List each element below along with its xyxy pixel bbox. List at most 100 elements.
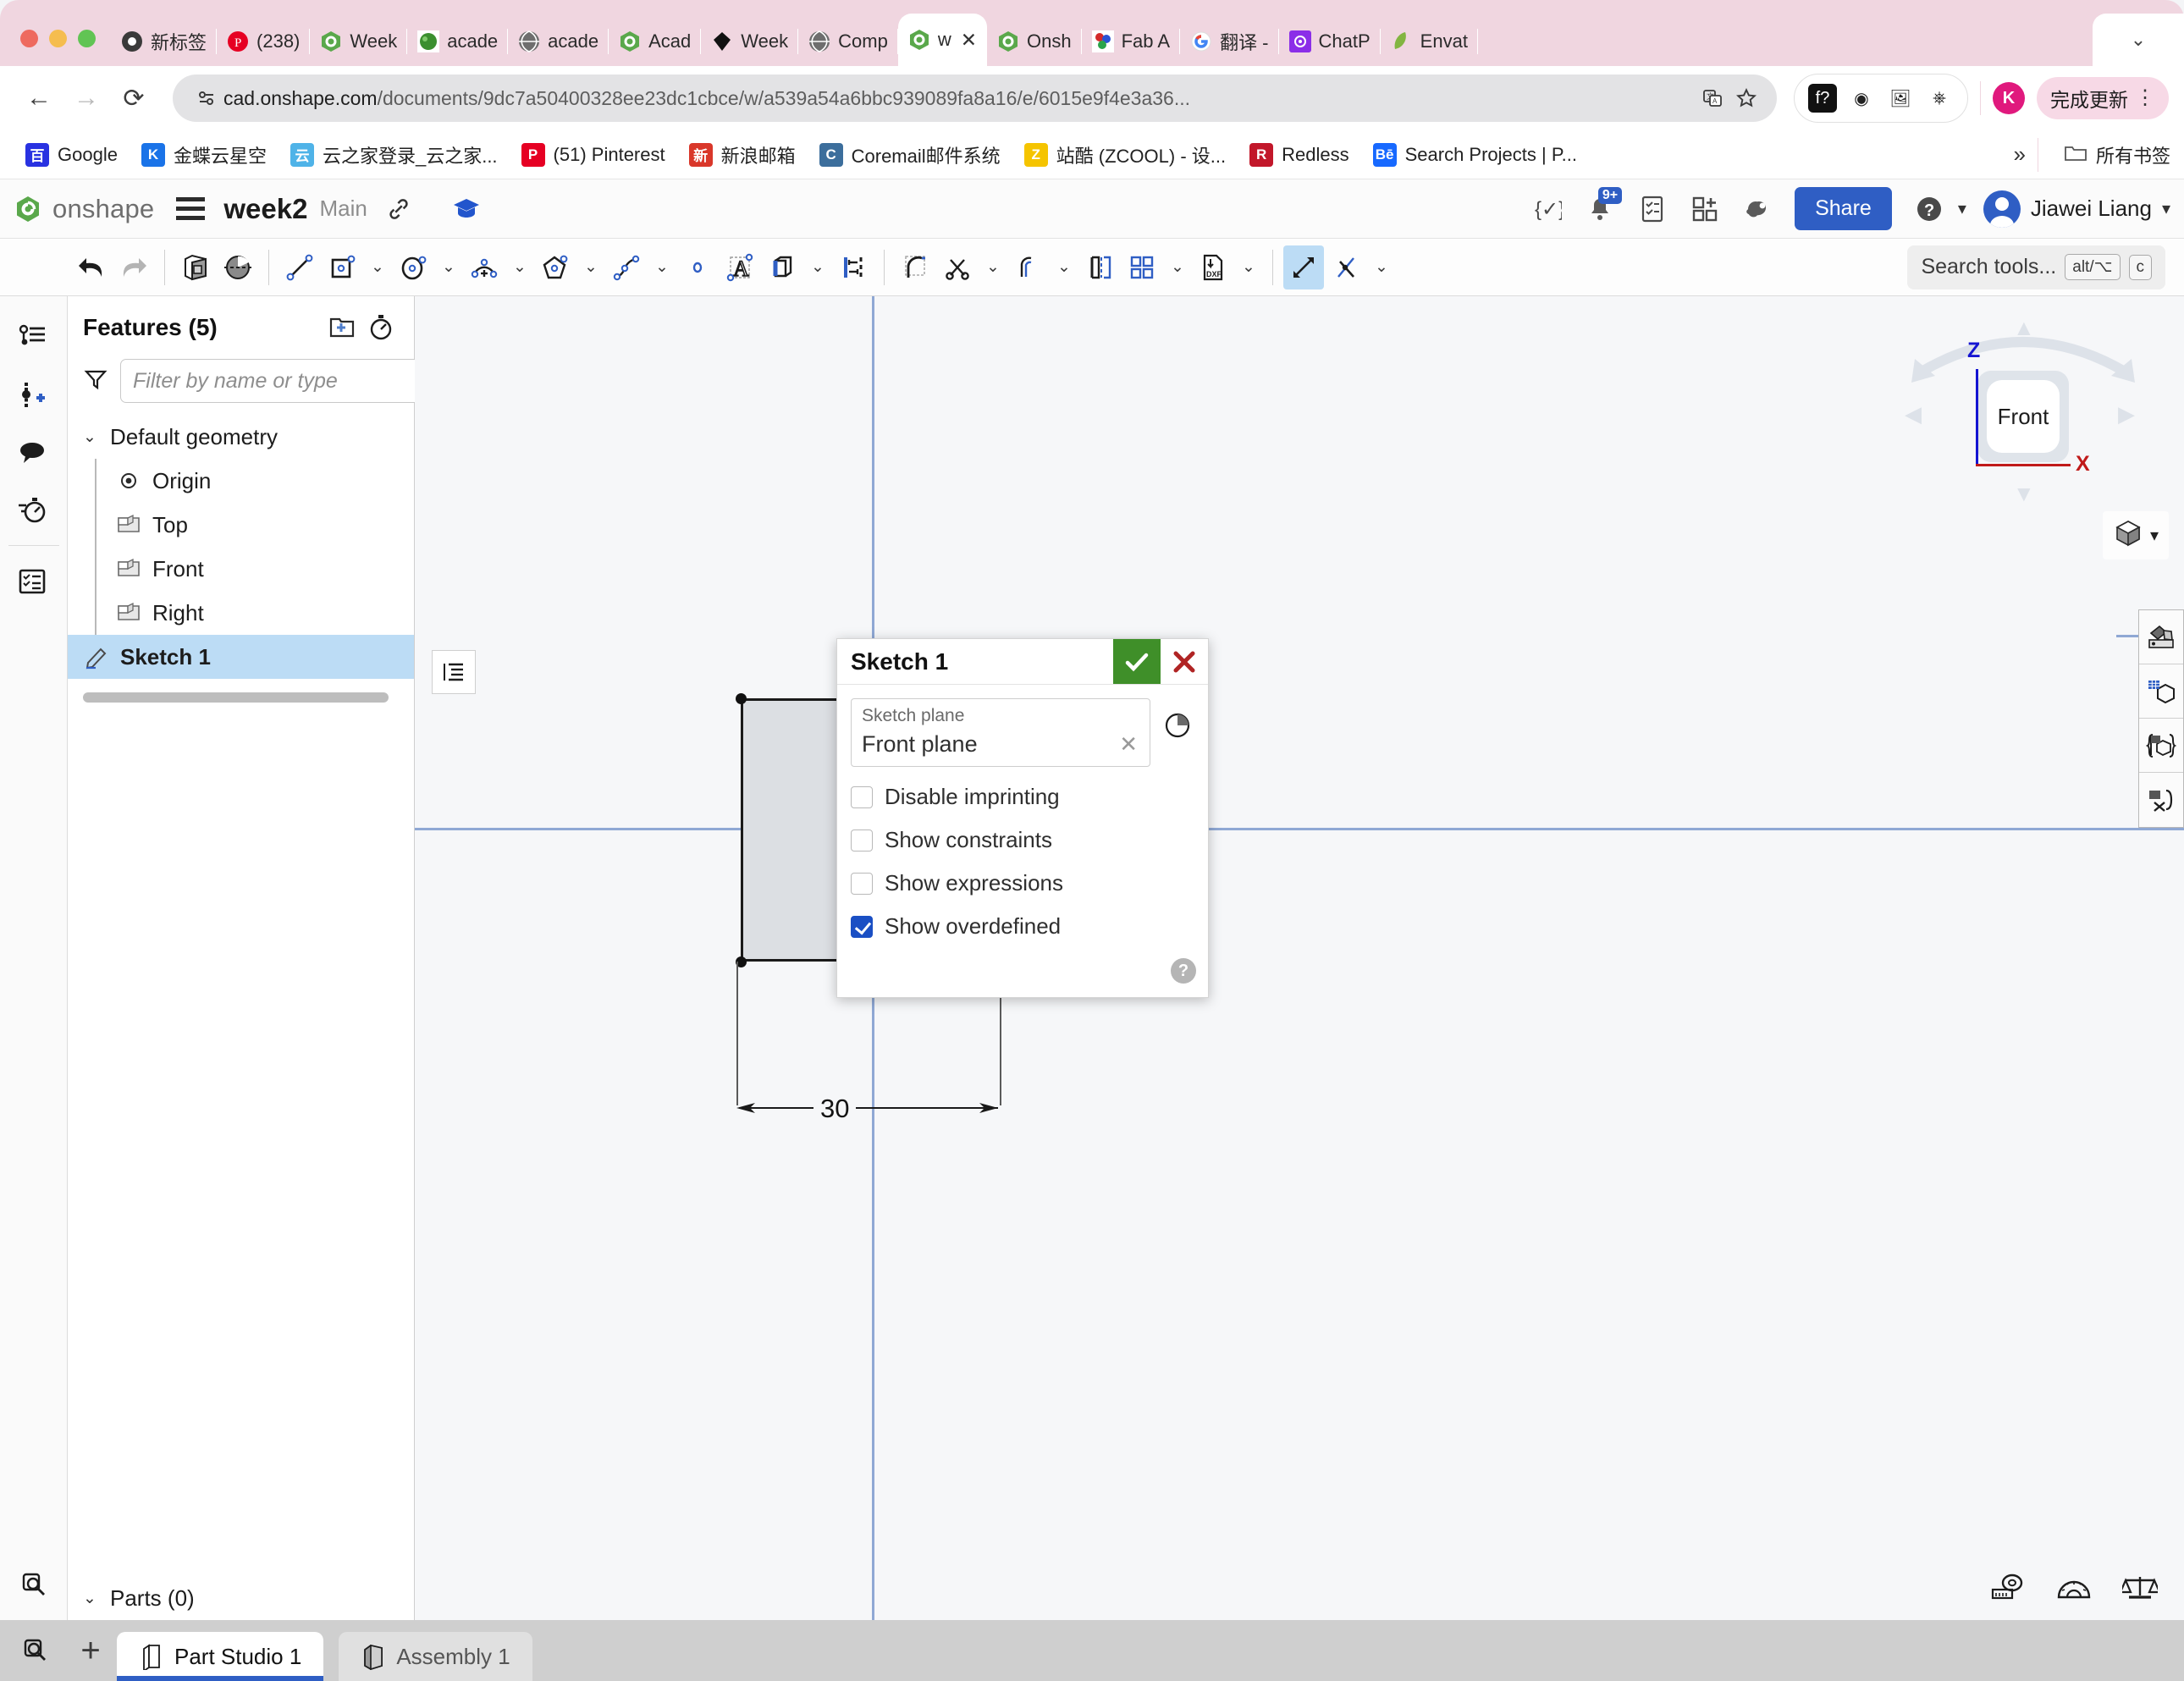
- variables-icon[interactable]: [2139, 773, 2183, 827]
- trim-scissors-icon[interactable]: [937, 245, 978, 289]
- sketch-plane-orient-icon[interactable]: [1159, 707, 1196, 744]
- dxf-caret[interactable]: ⌄: [1235, 245, 1262, 289]
- document-title[interactable]: week2: [223, 193, 307, 225]
- constraint-caret[interactable]: ⌄: [1368, 245, 1395, 289]
- arc-caret[interactable]: ⌄: [506, 245, 533, 289]
- checkbox[interactable]: [851, 872, 873, 895]
- mass-properties-icon[interactable]: [2121, 1569, 2159, 1607]
- checkbox[interactable]: [851, 829, 873, 852]
- cancel-button[interactable]: [1161, 639, 1208, 684]
- browser-tab[interactable]: Week: [310, 17, 408, 66]
- site-settings-icon[interactable]: [190, 88, 223, 108]
- ink-icon[interactable]: ⎈: [1925, 84, 1954, 113]
- translate-icon[interactable]: 文A: [1696, 88, 1729, 108]
- bookmark-item[interactable]: K 金蝶云星空: [130, 141, 279, 168]
- sketch-option-show-expressions[interactable]: Show expressions: [851, 870, 1196, 896]
- feature-row-top[interactable]: Top: [68, 503, 414, 547]
- browser-tab[interactable]: Envat: [1381, 17, 1478, 66]
- back-button[interactable]: ←: [15, 74, 63, 122]
- help-caret-icon[interactable]: ▾: [1958, 198, 1966, 219]
- window-controls[interactable]: [7, 30, 111, 66]
- featurescript-icon[interactable]: {✓}: [1524, 185, 1571, 233]
- sketch-option-show-constraints[interactable]: Show constraints: [851, 827, 1196, 853]
- add-folder-icon[interactable]: [323, 308, 361, 347]
- checkbox[interactable]: [851, 915, 873, 938]
- update-button[interactable]: 完成更新 ⋮: [2037, 77, 2169, 119]
- line-tool-icon[interactable]: [279, 245, 320, 289]
- feature-row-origin[interactable]: Origin: [68, 459, 414, 503]
- horizontal-dimension-value[interactable]: 30: [813, 1094, 857, 1124]
- chrome-menu-icon[interactable]: ⋮: [2135, 88, 2155, 108]
- feature-row-sketch-1[interactable]: Sketch 1: [68, 635, 414, 679]
- sketch-option-disable-imprinting[interactable]: Disable imprinting: [851, 784, 1196, 810]
- offset-caret[interactable]: ⌄: [1051, 245, 1078, 289]
- tab-search-button[interactable]: ⌄: [2093, 14, 2184, 66]
- browser-tab[interactable]: acade: [407, 17, 509, 66]
- insert-feature-icon[interactable]: [8, 366, 56, 423]
- add-panel-icon[interactable]: [1681, 185, 1729, 233]
- browser-tab[interactable]: Onsh: [987, 17, 1082, 66]
- link-icon[interactable]: [379, 190, 418, 229]
- rollback-timer-icon[interactable]: [361, 308, 400, 347]
- sketch-dialog[interactable]: Sketch 1 Sketch plane Front plane ✕ Disa…: [836, 638, 1209, 998]
- fonts-ninja-icon[interactable]: f?: [1808, 84, 1837, 113]
- user-menu[interactable]: Jiawei Liang ▾: [1983, 190, 2170, 228]
- accept-button[interactable]: [1113, 639, 1161, 684]
- feature-row-right[interactable]: Right: [68, 591, 414, 635]
- tasks-checklist-icon[interactable]: [1629, 185, 1676, 233]
- use-caret[interactable]: ⌄: [804, 245, 831, 289]
- arc-tool-icon[interactable]: [464, 245, 505, 289]
- view-cube-face[interactable]: Front: [1977, 371, 2069, 462]
- close-window-button[interactable]: [20, 30, 38, 47]
- feature-tree-icon[interactable]: [8, 308, 56, 366]
- star-icon[interactable]: [1729, 87, 1763, 109]
- onshape-logo[interactable]: onshape: [14, 194, 154, 224]
- mirror-tool-icon[interactable]: [833, 245, 874, 289]
- browser-tab[interactable]: ChatP: [1279, 17, 1381, 66]
- feature-group-row[interactable]: ⌄ Default geometry: [68, 415, 414, 459]
- view-up-arrow-icon[interactable]: ▲: [2013, 315, 2035, 341]
- close-tab-icon[interactable]: ✕: [961, 29, 977, 52]
- element-tab[interactable]: Assembly 1: [339, 1632, 532, 1681]
- polygon-tool-icon[interactable]: [535, 245, 576, 289]
- all-bookmarks-button[interactable]: 所有书签: [2050, 141, 2170, 168]
- graphics-canvas[interactable]: 30 30 ▲: [415, 296, 2184, 1620]
- browser-tab[interactable]: P (238): [217, 17, 311, 66]
- branch-name[interactable]: Main: [319, 196, 367, 222]
- view-cube[interactable]: ▲ ◀ ▶ ▼ Front Z X: [1896, 308, 2150, 511]
- view-orientation-button[interactable]: ▾: [2102, 511, 2169, 559]
- measure-tape-icon[interactable]: [1989, 1569, 2027, 1607]
- search-part-icon[interactable]: [10, 1556, 58, 1613]
- comments-icon[interactable]: [8, 423, 56, 481]
- bookmark-item[interactable]: R Redless: [1238, 142, 1360, 167]
- share-button[interactable]: Share: [1795, 187, 1892, 230]
- view-down-arrow-icon[interactable]: ▼: [2013, 481, 2035, 507]
- bookmark-item[interactable]: P (51) Pinterest: [510, 142, 677, 167]
- search-elements-icon[interactable]: [7, 1620, 64, 1681]
- bill-of-materials-icon[interactable]: [8, 553, 56, 610]
- sketch-region-icon[interactable]: [218, 245, 258, 289]
- help-icon[interactable]: ?: [1171, 958, 1196, 984]
- checkbox[interactable]: [851, 785, 873, 808]
- dimension-tool-icon[interactable]: [1283, 245, 1324, 289]
- add-element-button[interactable]: +: [64, 1620, 117, 1681]
- spline-caret[interactable]: ⌄: [648, 245, 676, 289]
- graduation-cap-icon[interactable]: [447, 190, 486, 229]
- address-bar[interactable]: cad.onshape.com/documents/9dc7a50400328e…: [173, 74, 1777, 122]
- browser-tab[interactable]: 新标签: [111, 17, 218, 66]
- configurations-icon[interactable]: [2139, 719, 2183, 773]
- undo-icon[interactable]: [71, 245, 112, 289]
- fillet-tool-icon[interactable]: [895, 245, 935, 289]
- element-tab-active[interactable]: Part Studio 1: [117, 1632, 324, 1681]
- bookmark-item[interactable]: 新新浪邮箱: [677, 141, 808, 168]
- display-states-icon[interactable]: [2139, 664, 2183, 719]
- sketch-option-show-overdefined[interactable]: Show overdefined: [851, 913, 1196, 940]
- appearance-swatch-icon[interactable]: [2139, 610, 2183, 664]
- feature-filter-input[interactable]: [120, 359, 422, 403]
- help-circle-icon[interactable]: ?: [1905, 185, 1953, 233]
- browser-tab-active[interactable]: w ✕: [897, 14, 987, 66]
- minimize-window-button[interactable]: [49, 30, 67, 47]
- offset-tool-icon[interactable]: [1008, 245, 1049, 289]
- parts-header-row[interactable]: ⌄ Parts (0): [68, 1576, 414, 1620]
- forward-button[interactable]: →: [63, 74, 110, 122]
